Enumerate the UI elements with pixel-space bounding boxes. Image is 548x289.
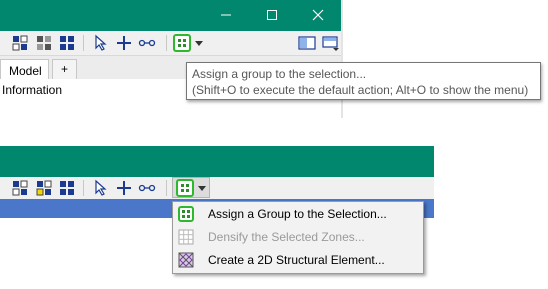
- select-grid-gray-button[interactable]: [35, 34, 53, 52]
- panel-toggle-button[interactable]: [298, 34, 316, 52]
- select-zones-icon: [12, 35, 28, 51]
- tab-model-label: Model: [9, 64, 42, 78]
- link-button[interactable]: [138, 179, 156, 197]
- title-bar-top: [0, 0, 341, 31]
- close-button[interactable]: [295, 0, 341, 31]
- panel-dropdown-icon: [322, 36, 339, 51]
- select-all-button[interactable]: [58, 34, 76, 52]
- assign-group-button[interactable]: [173, 34, 191, 52]
- pointer-icon: [95, 34, 107, 51]
- pick-button[interactable]: [92, 34, 110, 52]
- minimize-icon: [221, 14, 231, 16]
- select-grid-yellow-button[interactable]: [11, 179, 29, 197]
- menu-item-create-2d-structural-element[interactable]: Create a 2D Structural Element...: [173, 249, 423, 271]
- minimize-button[interactable]: [203, 0, 249, 31]
- add-tab-label: +: [60, 62, 68, 76]
- toolbar-separator: [83, 180, 84, 196]
- tooltip-line-1: Assign a group to the selection...: [192, 67, 367, 81]
- assign-group-dropdown[interactable]: [193, 34, 205, 52]
- menu-item-label: Assign a Group to the Selection...: [208, 207, 387, 221]
- link-icon: [138, 39, 156, 47]
- cross-icon: [117, 36, 131, 50]
- select-grid-highlight-button[interactable]: [35, 179, 53, 197]
- panel-layout-icon: [298, 36, 316, 50]
- select-grid-yellow-button[interactable]: [11, 34, 29, 52]
- group-assign-icon: [176, 179, 194, 197]
- tooltip-line-2: (Shift+O to execute the default action; …: [192, 83, 529, 97]
- maximize-button[interactable]: [249, 0, 295, 31]
- link-button[interactable]: [138, 34, 156, 52]
- menu-item-densify-zones[interactable]: Densify the Selected Zones...: [173, 226, 423, 248]
- group-assign-icon: [178, 206, 194, 222]
- toolbar-top: [0, 31, 341, 55]
- cross-button[interactable]: [115, 179, 133, 197]
- menu-item-assign-group[interactable]: Assign a Group to the Selection...: [173, 203, 423, 225]
- select-all-icon: [60, 181, 74, 195]
- toolbar-separator: [83, 35, 84, 51]
- window-edge: [341, 0, 343, 118]
- chevron-down-icon: [198, 186, 206, 191]
- menu-item-label: Densify the Selected Zones...: [208, 230, 365, 244]
- toolbar-bottom: [0, 177, 434, 199]
- panel-menu-button[interactable]: [322, 34, 340, 52]
- toolbar-separator: [166, 35, 167, 51]
- select-all-button[interactable]: [58, 179, 76, 197]
- pick-button[interactable]: [92, 179, 110, 197]
- group-assign-icon: [173, 34, 191, 52]
- assign-group-split-button-pressed[interactable]: [172, 177, 210, 198]
- tooltip: Assign a group to the selection... (Shif…: [186, 62, 541, 100]
- select-all-icon: [60, 36, 74, 50]
- select-grid-gray-icon: [37, 36, 51, 50]
- densify-grid-icon: [178, 229, 194, 245]
- title-bar-bottom: [0, 146, 434, 177]
- toolbar-separator: [166, 180, 167, 196]
- cross-button[interactable]: [115, 34, 133, 52]
- menu-item-label: Create a 2D Structural Element...: [208, 253, 385, 267]
- link-icon: [138, 184, 156, 192]
- structural-element-icon: [178, 252, 194, 268]
- add-tab-button[interactable]: +: [52, 59, 77, 79]
- select-grid-highlight-icon: [36, 180, 52, 196]
- close-icon: [312, 9, 324, 21]
- select-zones-icon: [12, 180, 28, 196]
- cross-icon: [117, 181, 131, 195]
- pointer-icon: [95, 179, 107, 196]
- maximize-icon: [267, 10, 277, 20]
- information-label: Information: [2, 83, 63, 97]
- chevron-down-icon: [195, 41, 203, 46]
- assign-group-menu: Assign a Group to the Selection... Densi…: [172, 201, 424, 274]
- tab-model[interactable]: Model: [0, 59, 49, 80]
